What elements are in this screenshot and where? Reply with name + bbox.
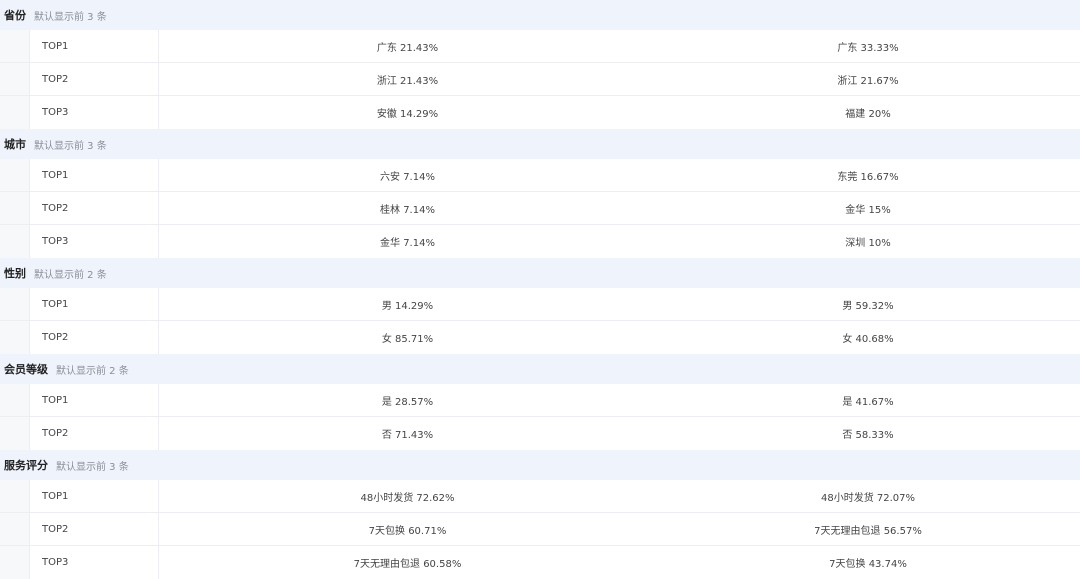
section-4: 服务评分 默认显示前 3 条 TOP1 48小时发货 72.62% 48小时发货 72.… bbox=[0, 450, 1080, 579]
section-title: 城市 bbox=[4, 138, 26, 151]
row-gutter bbox=[0, 192, 30, 224]
rank-cell: TOP1 bbox=[30, 384, 159, 416]
section-header: 性别 默认显示前 2 条 bbox=[0, 258, 1080, 288]
right-value-cell: 东莞 16.67% bbox=[837, 171, 899, 183]
right-value-cell: 是 41.67% bbox=[842, 396, 894, 408]
right-value-cell: 金华 15% bbox=[845, 204, 891, 216]
row-gutter bbox=[0, 417, 30, 450]
section-1: 城市 默认显示前 3 条 TOP1 六安 7.14% 东莞 16.67% TOP2 桂林 7… bbox=[0, 129, 1080, 258]
right-value-cell: 男 59.32% bbox=[842, 300, 894, 312]
right-value-cell: 浙江 21.67% bbox=[837, 75, 899, 87]
left-value-cell: 是 28.57% bbox=[381, 396, 434, 408]
rank-cell: TOP3 bbox=[30, 225, 159, 258]
rank-cell: TOP2 bbox=[30, 417, 159, 450]
section-2: 性别 默认显示前 2 条 TOP1 男 14.29% 男 59.32% TOP2 女 85.… bbox=[0, 258, 1080, 354]
rank-cell: TOP1 bbox=[30, 288, 159, 320]
section-note: 默认显示前 3 条 bbox=[34, 11, 107, 23]
section-0: 省份 默认显示前 3 条 TOP1 广东 21.43% 广东 33.33% TOP2 浙江 … bbox=[0, 0, 1080, 129]
row-gutter bbox=[0, 513, 30, 545]
section-title: 服务评分 bbox=[4, 459, 48, 472]
right-value-cell: 深圳 10% bbox=[845, 238, 891, 249]
left-value-cell: 浙江 21.43% bbox=[376, 75, 439, 87]
rank-cell: TOP2 bbox=[30, 192, 159, 224]
right-value-cell: 否 58.33% bbox=[842, 430, 894, 441]
row-gutter bbox=[0, 321, 30, 354]
left-value-cell: 48小时发货 72.62% bbox=[360, 492, 455, 504]
right-value-cell: 女 40.68% bbox=[842, 334, 894, 345]
left-value-cell: 否 71.43% bbox=[381, 430, 434, 441]
section-note: 默认显示前 3 条 bbox=[34, 140, 107, 152]
right-value-cell: 48小时发货 72.07% bbox=[820, 492, 916, 504]
rank-cell: TOP1 bbox=[30, 480, 159, 512]
rank-cell: TOP1 bbox=[30, 30, 159, 62]
rank-cell: TOP2 bbox=[30, 513, 159, 545]
section-header: 省份 默认显示前 3 条 bbox=[0, 0, 1080, 30]
section-3: 会员等级 默认显示前 2 条 TOP1 是 28.57% 是 41.67% TOP2 否 7… bbox=[0, 354, 1080, 450]
row-gutter bbox=[0, 546, 30, 579]
left-value-cell: 7天包换 60.71% bbox=[368, 525, 447, 537]
row-gutter bbox=[0, 63, 30, 95]
row-gutter bbox=[0, 30, 30, 62]
left-value-cell: 男 14.29% bbox=[381, 300, 434, 312]
section-header: 会员等级 默认显示前 2 条 bbox=[0, 354, 1080, 384]
right-value-cell: 福建 20% bbox=[845, 109, 891, 120]
table-row: TOP3 安徽 14.29% 福建 20% bbox=[0, 96, 1080, 129]
section-title: 会员等级 bbox=[4, 363, 48, 376]
section-title: 省份 bbox=[4, 9, 26, 22]
left-value-cell: 桂林 7.14% bbox=[380, 204, 435, 216]
left-value-cell: 安徽 14.29% bbox=[376, 109, 439, 120]
row-gutter bbox=[0, 159, 30, 191]
row-gutter bbox=[0, 288, 30, 320]
section-note: 默认显示前 3 条 bbox=[56, 461, 129, 473]
left-value-cell: 金华 7.14% bbox=[380, 238, 435, 249]
table-row: TOP1 六安 7.14% 东莞 16.67% bbox=[0, 159, 1080, 192]
row-gutter bbox=[0, 225, 30, 258]
row-gutter bbox=[0, 480, 30, 512]
section-title: 性别 bbox=[4, 267, 26, 280]
table-row: TOP2 7天包换 60.71% 7天无理由包退 56.57% bbox=[0, 513, 1080, 546]
left-value-cell: 7天无理由包退 60.58% bbox=[353, 559, 462, 570]
table-row: TOP2 女 85.71% 女 40.68% bbox=[0, 321, 1080, 354]
table-row: TOP1 男 14.29% 男 59.32% bbox=[0, 288, 1080, 321]
right-value-cell: 广东 33.33% bbox=[837, 42, 899, 54]
left-value-cell: 广东 21.43% bbox=[376, 42, 439, 54]
rank-cell: TOP2 bbox=[30, 63, 159, 95]
table-row: TOP3 7天无理由包退 60.58% 7天包换 43.74% bbox=[0, 546, 1080, 579]
section-note: 默认显示前 2 条 bbox=[56, 365, 129, 377]
table-row: TOP1 广东 21.43% 广东 33.33% bbox=[0, 30, 1080, 63]
right-value-cell: 7天无理由包退 56.57% bbox=[814, 525, 922, 537]
rank-cell: TOP3 bbox=[30, 546, 159, 579]
table-row: TOP2 浙江 21.43% 浙江 21.67% bbox=[0, 63, 1080, 96]
left-value-cell: 六安 7.14% bbox=[380, 171, 435, 183]
table-row: TOP1 是 28.57% 是 41.67% bbox=[0, 384, 1080, 417]
comparison-table: 省份 默认显示前 3 条 TOP1 广东 21.43% 广东 33.33% TOP2 浙江 … bbox=[0, 0, 1080, 579]
rank-cell: TOP1 bbox=[30, 159, 159, 191]
table-row: TOP2 桂林 7.14% 金华 15% bbox=[0, 192, 1080, 225]
right-value-cell: 7天包换 43.74% bbox=[829, 559, 907, 570]
section-note: 默认显示前 2 条 bbox=[34, 269, 107, 281]
rank-cell: TOP3 bbox=[30, 96, 159, 129]
row-gutter bbox=[0, 96, 30, 129]
table-row: TOP1 48小时发货 72.62% 48小时发货 72.07% bbox=[0, 480, 1080, 513]
rank-cell: TOP2 bbox=[30, 321, 159, 354]
section-header: 服务评分 默认显示前 3 条 bbox=[0, 450, 1080, 480]
left-value-cell: 女 85.71% bbox=[381, 334, 434, 345]
section-header: 城市 默认显示前 3 条 bbox=[0, 129, 1080, 159]
row-gutter bbox=[0, 384, 30, 416]
table-row: TOP3 金华 7.14% 深圳 10% bbox=[0, 225, 1080, 258]
table-row: TOP2 否 71.43% 否 58.33% bbox=[0, 417, 1080, 450]
